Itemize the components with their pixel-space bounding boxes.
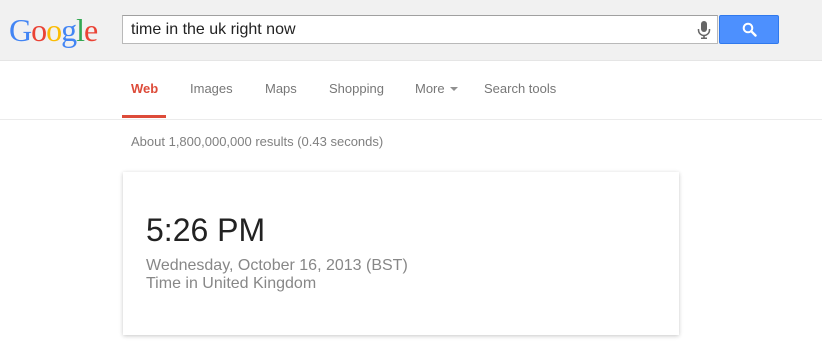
logo-letter: G bbox=[9, 12, 32, 48]
magnifier-icon bbox=[742, 22, 757, 37]
search-button[interactable] bbox=[719, 15, 779, 44]
chevron-down-icon bbox=[449, 87, 458, 91]
search-input[interactable] bbox=[131, 16, 691, 43]
active-tab-indicator bbox=[122, 115, 166, 118]
search-tabs: Web Images Maps Shopping More Search too… bbox=[0, 61, 822, 120]
tab-search-tools[interactable]: Search tools bbox=[484, 81, 556, 96]
logo-letter: g bbox=[61, 12, 77, 48]
current-date: Wednesday, October 16, 2013 (BST) bbox=[146, 257, 408, 274]
tab-shopping[interactable]: Shopping bbox=[329, 81, 384, 96]
tab-maps[interactable]: Maps bbox=[265, 81, 297, 96]
logo-letter: o bbox=[31, 12, 47, 48]
tab-more-label: More bbox=[415, 81, 445, 96]
time-location: Time in United Kingdom bbox=[146, 275, 317, 292]
top-bar: Google bbox=[0, 0, 822, 61]
logo-letter: l bbox=[76, 12, 85, 48]
tab-web[interactable]: Web bbox=[131, 81, 158, 96]
logo-letter: o bbox=[46, 12, 62, 48]
time-answer-card: 5:26 PM Wednesday, October 16, 2013 (BST… bbox=[123, 172, 679, 335]
tab-more[interactable]: More bbox=[415, 81, 458, 96]
tab-images[interactable]: Images bbox=[190, 81, 233, 96]
current-time: 5:26 PM bbox=[146, 212, 266, 248]
result-stats: About 1,800,000,000 results (0.43 second… bbox=[131, 134, 384, 149]
google-logo[interactable]: Google bbox=[9, 12, 98, 48]
search-box bbox=[122, 15, 718, 44]
microphone-icon[interactable] bbox=[697, 21, 711, 39]
logo-letter: e bbox=[84, 12, 98, 48]
